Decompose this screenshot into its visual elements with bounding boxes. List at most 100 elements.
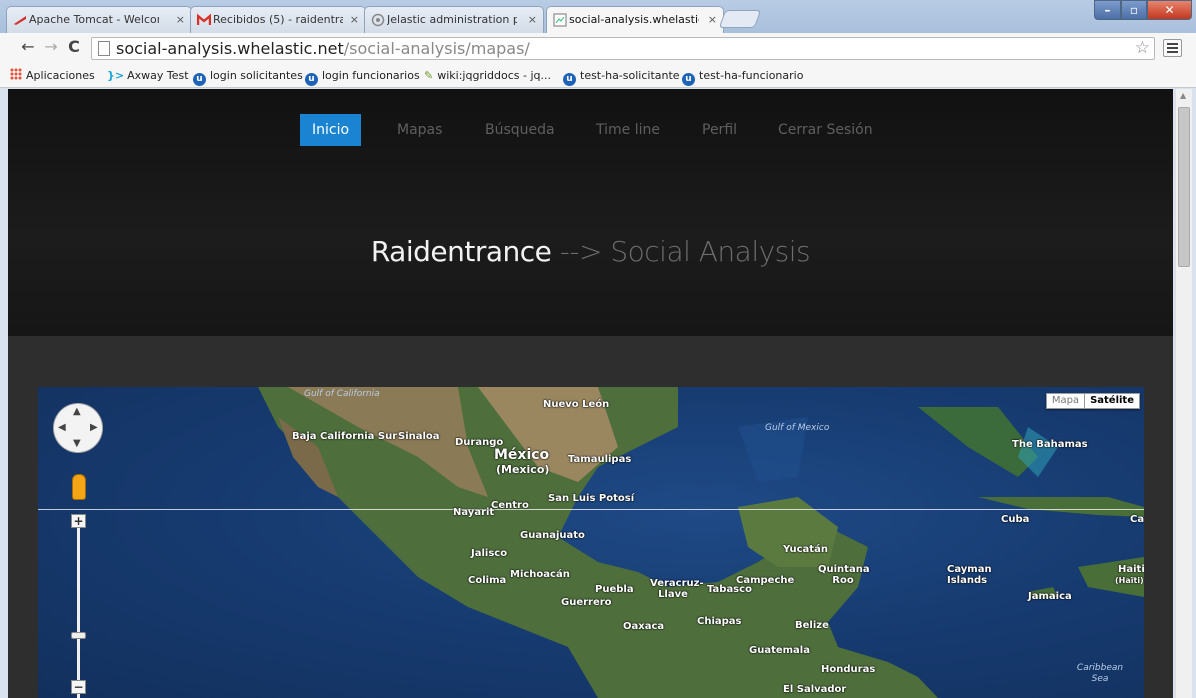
map-label: Quintana Roo [818, 564, 870, 586]
bookmark-test-ha-solicitante[interactable]: u test-ha-solicitante [563, 68, 680, 86]
map-horizon-line [38, 509, 1144, 510]
tab-gmail[interactable]: Recibidos (5) - raidentranc × [190, 6, 366, 33]
map-label: Gulf of Mexico [765, 423, 830, 433]
map-type-mapa-button[interactable]: Mapa [1045, 393, 1086, 409]
close-window-button[interactable]: ✕ [1147, 0, 1192, 20]
browser-menu-button[interactable] [1163, 39, 1182, 57]
tab-title: social-analysis.whelastic.n [569, 13, 699, 26]
map-label: Puebla [595, 584, 634, 595]
maximize-button[interactable]: ▫ [1121, 0, 1147, 20]
tab-close-icon[interactable]: × [350, 7, 359, 32]
address-bar[interactable]: social-analysis.whelastic.net/social-ana… [91, 37, 1155, 60]
pan-up-icon[interactable]: ▲ [73, 406, 81, 417]
tab-close-icon[interactable]: × [708, 7, 717, 32]
zoom-slider-thumb[interactable] [71, 632, 86, 639]
map-label: Cayman Islands [947, 564, 992, 586]
axway-icon: }> [107, 69, 125, 82]
gmail-icon [197, 13, 211, 25]
page-icon [98, 41, 110, 56]
bookmark-star-icon[interactable]: ☆ [1135, 38, 1150, 58]
google-map[interactable]: Gulf of California Nuevo León Baja Calif… [38, 387, 1144, 698]
tomcat-icon [14, 16, 26, 25]
reload-icon[interactable]: C [64, 38, 84, 58]
map-label: Ca [1130, 514, 1144, 525]
map-label: Chiapas [697, 616, 742, 627]
tab-title: Recibidos (5) - raidentranc [213, 13, 343, 26]
map-type-control: Mapa Satélite [1045, 393, 1140, 409]
map-label: (Mexico) [496, 463, 550, 476]
bookmark-axway-test[interactable]: }> Axway Test [107, 68, 189, 83]
main-navigation: Inicio Mapas Búsqueda Time line Perfil C… [8, 114, 1173, 146]
tab-title: Apache Tomcat - Welcom [29, 13, 159, 26]
nav-item-cerrar-sesion[interactable]: Cerrar Sesión [766, 114, 885, 146]
scrollbar-thumb[interactable] [1178, 107, 1190, 267]
back-arrow-icon[interactable]: ← [18, 38, 38, 58]
map-label: Centro [491, 500, 529, 511]
minimize-button[interactable]: – [1094, 0, 1121, 20]
nav-item-time-line[interactable]: Time line [584, 114, 672, 146]
bookmark-login-solicitantes[interactable]: u login solicitantes [193, 68, 303, 86]
map-type-satelite-button[interactable]: Satélite [1085, 393, 1140, 409]
map-label: Michoacán [510, 569, 570, 580]
hero-header: Inicio Mapas Búsqueda Time line Perfil C… [8, 89, 1173, 336]
map-label: Haiti [1118, 564, 1144, 575]
nav-item-mapas[interactable]: Mapas [385, 114, 454, 146]
tab-close-icon[interactable]: × [176, 7, 185, 32]
browser-tab-strip: Apache Tomcat - Welcom × Recibidos (5) -… [0, 0, 1196, 34]
pan-down-icon[interactable]: ▼ [73, 438, 81, 449]
zoom-out-button[interactable]: − [71, 680, 86, 694]
map-label: Caribbean Sea [1076, 663, 1124, 684]
map-label: Veracruz-Llave [650, 578, 704, 600]
page-tagline: --> Social Analysis [551, 235, 811, 268]
tab-jelastic[interactable]: Jelastic administration pa × [364, 6, 544, 33]
new-tab-button[interactable] [718, 10, 762, 28]
brand-name: Raidentrance [370, 235, 552, 268]
map-label: Nuevo León [543, 399, 610, 410]
map-label: Colima [468, 575, 507, 586]
browser-toolbar: ← → C social-analysis.whelastic.net/soci… [0, 33, 1196, 63]
tab-apache-tomcat[interactable]: Apache Tomcat - Welcom × [6, 6, 192, 33]
scroll-up-icon[interactable]: ▲ [1180, 91, 1186, 100]
bookmark-wiki-jqgriddocs[interactable]: ✎ wiki:jqgriddocs - jq... [424, 68, 551, 83]
nav-item-perfil[interactable]: Perfil [690, 114, 749, 146]
tab-social-analysis[interactable]: social-analysis.whelastic.n × [546, 6, 724, 34]
map-label: Cuba [1001, 514, 1030, 525]
map-label: Guanajuato [520, 530, 585, 541]
wiki-icon: ✎ [424, 69, 434, 82]
map-label: Baja California Sur [292, 431, 398, 442]
map-label: Guatemala [749, 645, 810, 656]
bookmark-u-icon: u [305, 73, 318, 86]
bookmark-u-icon: u [682, 73, 695, 86]
nav-item-busqueda[interactable]: Búsqueda [473, 114, 567, 146]
page-viewport: Inicio Mapas Búsqueda Time line Perfil C… [8, 89, 1173, 698]
page-scrollbar[interactable]: ▲ [1175, 89, 1192, 698]
pan-control[interactable]: ▲ ▼ ◀ ▶ [54, 404, 102, 452]
map-label: México [494, 447, 550, 463]
bookmark-login-funcionarios[interactable]: u login funcionarios [305, 68, 420, 86]
map-label: Jamaica [1028, 591, 1072, 602]
pan-left-icon[interactable]: ◀ [58, 422, 66, 433]
map-label: Nayarit [453, 507, 495, 518]
map-label: Gulf of California [304, 389, 380, 399]
nav-item-inicio[interactable]: Inicio [300, 114, 362, 146]
map-label: (Haïti) [1115, 576, 1144, 585]
page-title: Raidentrance --> Social Analysis [8, 235, 1173, 268]
forward-arrow-icon[interactable]: → [41, 38, 61, 58]
bookmark-aplicaciones[interactable]: Aplicaciones [10, 68, 95, 83]
map-label: The Bahamas [1012, 439, 1088, 450]
map-label: Belize [795, 620, 829, 631]
bookmark-u-icon: u [193, 73, 206, 86]
bookmark-test-ha-funcionario[interactable]: u test-ha-funcionario [682, 68, 803, 86]
tab-close-icon[interactable]: × [528, 7, 537, 32]
street-view-pegman-icon[interactable] [72, 474, 86, 500]
zoom-in-button[interactable]: + [71, 514, 86, 528]
apps-grid-icon [10, 68, 22, 80]
pan-right-icon[interactable]: ▶ [90, 422, 98, 433]
zoom-slider-track[interactable] [77, 517, 80, 698]
bookmark-u-icon: u [563, 73, 576, 86]
map-label: San Luis Potosí [548, 493, 635, 504]
map-satellite-imagery [258, 387, 1144, 698]
page-icon [553, 13, 567, 27]
map-label: Oaxaca [623, 621, 665, 632]
map-label: Honduras [821, 664, 876, 675]
